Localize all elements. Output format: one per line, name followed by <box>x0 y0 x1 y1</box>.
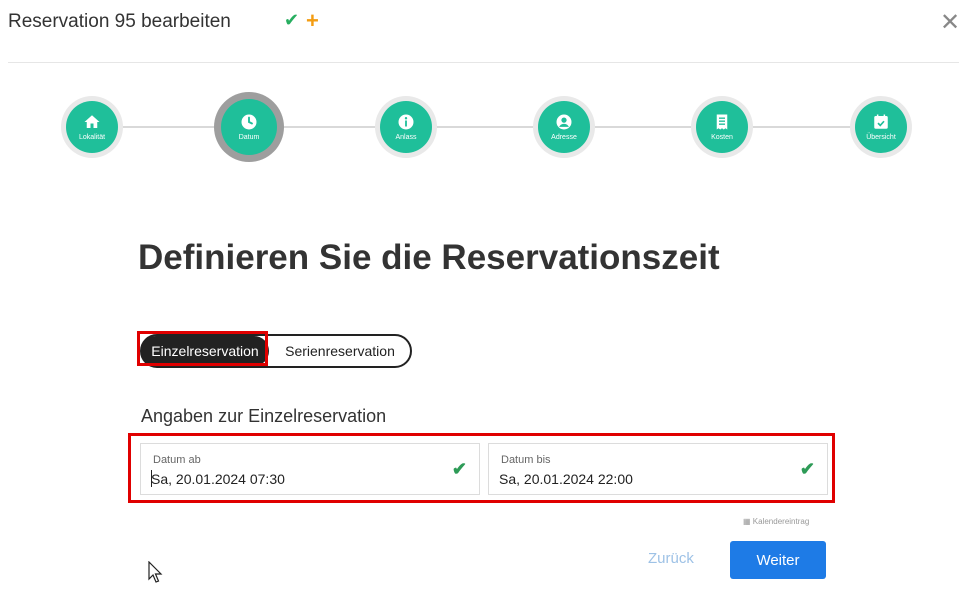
header-divider <box>8 62 959 63</box>
date-from-field[interactable]: Datum ab Sa, 20.01.2024 07:30 ✔ <box>140 443 480 495</box>
step-datum[interactable]: Datum <box>214 92 284 162</box>
date-from-value: Sa, 20.01.2024 07:30 <box>151 471 285 487</box>
mouse-cursor-icon <box>148 560 164 590</box>
dialog-title: Reservation 95 bearbeiten <box>8 11 231 32</box>
check-icon: ✔ <box>799 459 815 479</box>
step-kosten[interactable]: Kosten <box>691 96 753 158</box>
receipt-icon <box>713 113 731 131</box>
step-label: Datum <box>238 134 260 141</box>
clock-icon <box>240 113 258 131</box>
step-adresse[interactable]: Adresse <box>533 96 595 158</box>
step-label: Kosten <box>711 134 733 141</box>
next-button[interactable]: Weiter <box>730 541 826 579</box>
date-to-value: Sa, 20.01.2024 22:00 <box>499 471 633 487</box>
step-label: Lokalität <box>78 134 106 141</box>
step-label: Anlass <box>395 134 417 141</box>
stepper-line <box>92 126 882 128</box>
check-icon: ✔ <box>451 459 467 479</box>
dialog-header: Reservation 95 bearbeiten ✔ + ✕ <box>0 0 959 46</box>
plus-icon[interactable]: + <box>306 8 319 34</box>
highlight-box-toggle <box>137 331 268 366</box>
step-uebersicht[interactable]: Übersicht <box>850 96 912 158</box>
page-heading: Definieren Sie die Reservationszeit <box>138 238 720 277</box>
step-lokalitaet[interactable]: Lokalität <box>61 96 123 158</box>
date-from-label: Datum ab <box>153 454 201 466</box>
toggle-option-series[interactable]: Serienreservation <box>272 336 408 366</box>
step-label: Übersicht <box>866 134 896 141</box>
wizard-stepper: Lokalität Datum Anlass Adresse Kosten Üb… <box>0 86 959 166</box>
step-label: Adresse <box>551 134 577 141</box>
back-button[interactable]: Zurück <box>648 550 694 567</box>
info-icon <box>397 113 415 131</box>
step-anlass[interactable]: Anlass <box>375 96 437 158</box>
close-icon[interactable]: ✕ <box>940 8 959 37</box>
home-icon <box>83 113 101 131</box>
check-icon: ✔ <box>284 10 300 30</box>
user-icon <box>555 113 573 131</box>
date-to-label: Datum bis <box>501 454 551 466</box>
calendar-entry-label: Kalendereintrag <box>752 517 810 526</box>
section-title: Angaben zur Einzelreservation <box>141 406 387 426</box>
text-caret <box>151 470 152 487</box>
date-to-field[interactable]: Datum bis Sa, 20.01.2024 22:00 ✔ <box>488 443 828 495</box>
calendar-icon: ▦ <box>743 517 751 526</box>
calendar-check-icon <box>872 113 890 131</box>
calendar-entry-link[interactable]: ▦ Kalendereintrag <box>743 517 809 526</box>
